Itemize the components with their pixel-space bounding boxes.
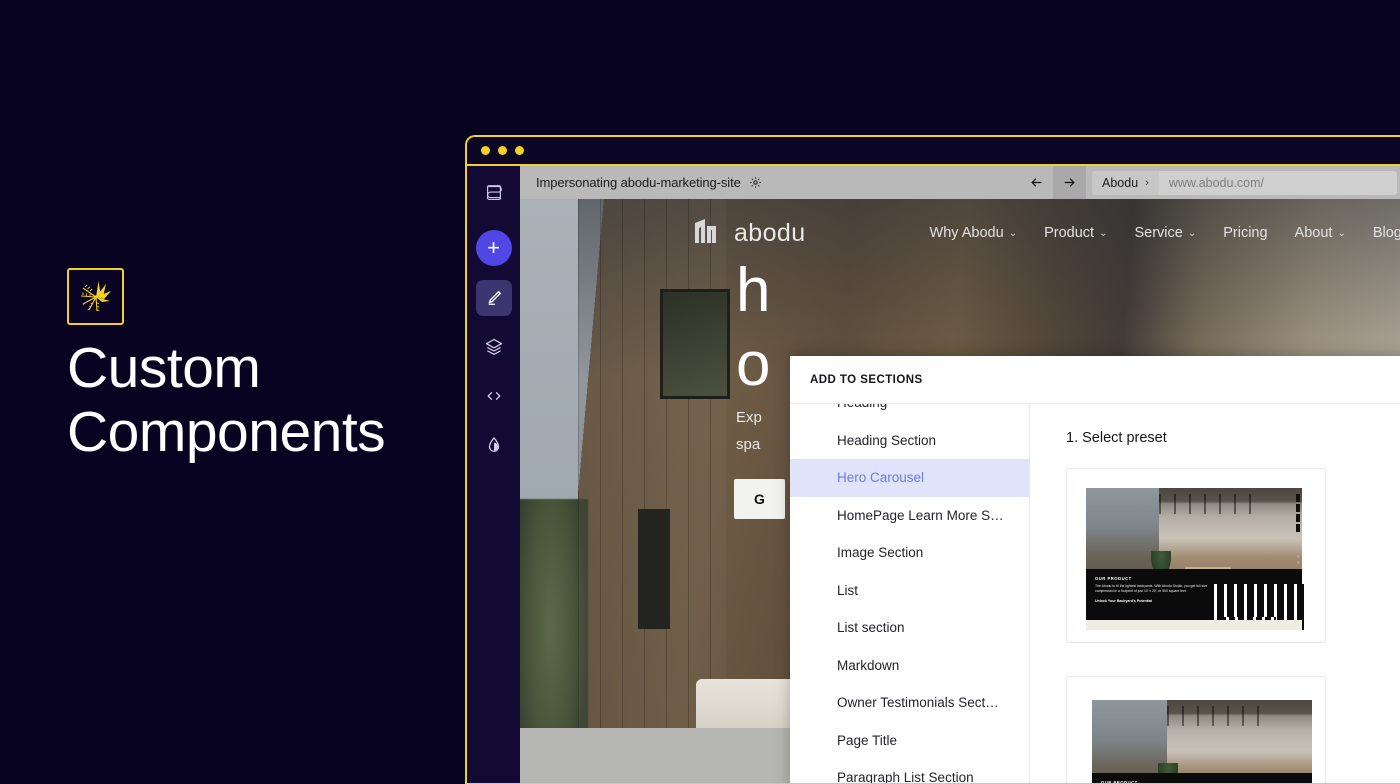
traffic-light-minimize[interactable] — [498, 146, 507, 155]
list-item[interactable]: Page Title — [790, 722, 1029, 760]
nav-item-about[interactable]: About ⌄ — [1295, 225, 1346, 241]
hero-cta-button[interactable]: G — [734, 479, 785, 519]
nav-item-why-abodu[interactable]: Why Abodu ⌄ — [930, 225, 1018, 241]
add-to-sections-panel: ADD TO SECTIONS Heading Heading Section … — [790, 356, 1400, 784]
nav-label: Why Abodu — [929, 225, 1004, 241]
preset-side-strip — [1296, 493, 1300, 534]
preset-caption: OUR PRODUCT The Abodu to fit the tightes… — [1092, 772, 1312, 784]
browser-column: Impersonating abodu-marketing-site Abodu… — [520, 166, 1400, 784]
nav-label: Product — [1044, 225, 1095, 241]
list-item[interactable]: Heading Section — [790, 422, 1029, 460]
breadcrumb-label: Abodu — [1102, 175, 1139, 190]
chevron-down-icon: ⌄ — [1008, 227, 1018, 239]
chevron-down-icon: ⌄ — [1337, 227, 1346, 239]
site-brand[interactable]: abodu — [694, 218, 806, 249]
app-sidebar: + — [467, 166, 520, 783]
preset-card-interior-2[interactable]: OUR PRODUCT The Abodu to fit the tightes… — [1066, 676, 1326, 784]
nav-label: About — [1294, 225, 1333, 241]
hero-door — [638, 509, 670, 629]
chevron-down-icon: ⌄ — [1187, 227, 1197, 239]
promo-title-line-1: Custom — [67, 336, 261, 400]
starburst-palm-icon — [67, 268, 124, 325]
browser-toolbar: Impersonating abodu-marketing-site Abodu… — [520, 166, 1400, 199]
section-type-list[interactable]: Heading Heading Section Hero Carousel Ho… — [790, 404, 1030, 783]
address-bar: Abodu › www.abodu.com/ — [1092, 170, 1397, 195]
chevron-right-icon: › — [1145, 176, 1149, 189]
nav-item-pricing[interactable]: Pricing — [1223, 225, 1267, 241]
preset-thumbnail: ‹ › OUR PRODUCT The Abodu to fit the ligh… — [1080, 482, 1312, 630]
promo-title-line-2: Components — [67, 400, 386, 464]
preset-image — [1092, 699, 1312, 783]
edit-tool[interactable] — [475, 280, 512, 316]
list-item[interactable]: List — [790, 572, 1029, 610]
preset-carousel-arrows: ‹ › — [1297, 553, 1299, 566]
promo-title: Custom Components — [67, 336, 467, 464]
traffic-light-close[interactable] — [481, 146, 490, 155]
impersonation-label: Impersonating abodu-marketing-site — [536, 175, 741, 190]
window-titlebar — [467, 137, 1400, 166]
site-brand-name: abodu — [734, 218, 806, 247]
preset-thumbnail: OUR PRODUCT The Abodu to fit the tightes… — [1080, 690, 1312, 784]
panel-body: Heading Heading Section Hero Carousel Ho… — [790, 404, 1400, 784]
hero-wood-siding — [578, 199, 726, 728]
forward-button[interactable] — [1053, 166, 1086, 199]
nav-label: Blog — [1372, 225, 1400, 241]
nav-item-blog[interactable]: Blog — [1373, 225, 1400, 241]
list-item[interactable]: List section — [790, 609, 1029, 647]
panel-title: ADD TO SECTIONS — [810, 373, 923, 386]
list-item[interactable]: HomePage Learn More S… — [790, 497, 1029, 535]
preset-kicker: OUR PRODUCT — [1101, 779, 1138, 784]
preset-grid: ‹ › OUR PRODUCT The Abodu to fit the ligh… — [1066, 468, 1400, 784]
list-item[interactable]: Paragraph List Section — [790, 759, 1029, 783]
preset-pane: 1. Select preset ‹ › OUR PRODUCT The Abo… — [1030, 404, 1400, 784]
window-body: + Impersonating abodu-marketing-site Abo… — [467, 166, 1400, 784]
breadcrumb[interactable]: Abodu › — [1092, 170, 1159, 195]
site-viewport: h o Exp spa G abodu Why Abodu ⌄ Product … — [520, 199, 1400, 784]
url-input[interactable]: www.abodu.com/ — [1158, 170, 1397, 195]
back-button[interactable] — [1020, 166, 1053, 199]
screenshot-root: Custom Components + Impersonating abodu-… — [0, 0, 1400, 784]
select-preset-label: 1. Select preset — [1066, 430, 1167, 446]
theme-tool[interactable] — [476, 427, 512, 463]
abodu-logo-icon — [694, 218, 724, 249]
panel-header: ADD TO SECTIONS — [790, 356, 1400, 404]
site-navbar: abodu Why Abodu ⌄ Product ⌄ Service ⌄ Pr… — [520, 199, 1400, 267]
gear-icon[interactable] — [749, 176, 762, 189]
stacked-s-logo-icon[interactable] — [479, 178, 509, 208]
chevron-down-icon: ⌄ — [1099, 227, 1108, 239]
list-item[interactable]: Image Section — [790, 534, 1029, 572]
nav-label: Service — [1134, 225, 1183, 241]
list-item[interactable]: Heading — [790, 404, 1029, 422]
hero-headline: h o — [736, 254, 770, 402]
nav-item-product[interactable]: Product ⌄ — [1044, 225, 1107, 241]
hero-window — [660, 289, 730, 399]
traffic-light-maximize[interactable] — [515, 146, 524, 155]
preset-kicker: OUR PRODUCT — [1095, 575, 1132, 581]
preset-base-band — [1086, 619, 1302, 630]
promo-panel: Custom Components — [0, 0, 465, 784]
layers-tool[interactable] — [476, 329, 512, 365]
code-tool[interactable] — [476, 378, 512, 414]
list-item[interactable]: Markdown — [790, 647, 1029, 685]
site-nav-links: Why Abodu ⌄ Product ⌄ Service ⌄ Pricing … — [930, 225, 1400, 241]
list-item[interactable]: Owner Testimonials Sect… — [790, 684, 1029, 722]
browser-window: + Impersonating abodu-marketing-site Abo… — [465, 135, 1400, 784]
add-button[interactable]: + — [475, 230, 512, 266]
preset-card-interior-1[interactable]: ‹ › OUR PRODUCT The Abodu to fit the ligh… — [1066, 468, 1326, 643]
hero-headline-line-2: o — [736, 330, 771, 399]
browser-nav-controls: Abodu › www.abodu.com/ — [1020, 166, 1397, 199]
nav-item-service[interactable]: Service ⌄ — [1134, 225, 1196, 241]
list-item-hero-carousel[interactable]: Hero Carousel — [790, 459, 1029, 497]
nav-label: Pricing — [1223, 225, 1268, 241]
